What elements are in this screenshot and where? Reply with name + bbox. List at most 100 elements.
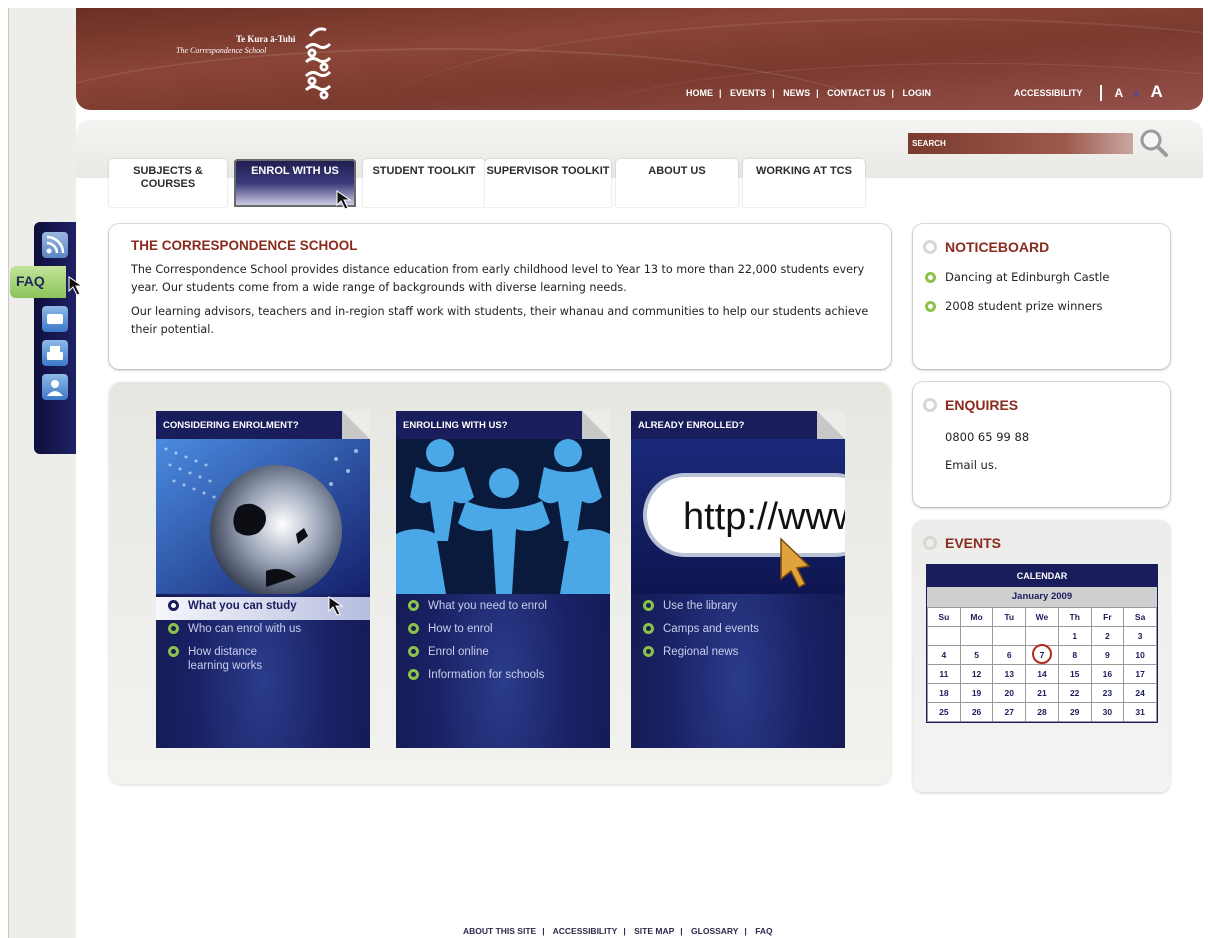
tab-about-us[interactable]: ABOUT US xyxy=(616,159,738,207)
calendar-day[interactable]: 8 xyxy=(1057,645,1092,665)
link-label: Who can enrol with us xyxy=(188,623,302,635)
card-title: ALREADY ENROLLED? xyxy=(631,411,845,439)
intro-paragraph-1: The Correspondence School provides dista… xyxy=(131,263,865,294)
tab-label: ABOUT US xyxy=(648,165,706,177)
calendar-month[interactable]: January 2009 xyxy=(927,587,1157,607)
calendar-day[interactable]: 17 xyxy=(1123,664,1157,684)
calendar-day[interactable]: 19 xyxy=(959,683,994,703)
calendar-day[interactable]: 3 xyxy=(1123,626,1157,646)
tab-supervisor-toolkit[interactable]: SUPERVISOR TOOLKIT xyxy=(485,159,611,207)
font-size-medium[interactable]: A xyxy=(1114,86,1123,100)
noticeboard-panel: NOTICEBOARD Dancing at Edinburgh Castle … xyxy=(913,224,1170,369)
tab-working-at-tcs[interactable]: WORKING AT TCS xyxy=(743,159,865,207)
search-icon[interactable] xyxy=(1136,126,1172,162)
today-circle-icon xyxy=(1032,644,1053,664)
footer-site-map[interactable]: SITE MAP xyxy=(634,926,674,936)
calendar-day[interactable]: 28 xyxy=(1025,702,1059,722)
footer-about-this-site[interactable]: ABOUT THIS SITE xyxy=(463,926,536,936)
link-camps-and-events[interactable]: Camps and events xyxy=(631,620,845,643)
calendar-title: CALENDAR xyxy=(927,565,1157,587)
accessibility-link[interactable]: ACCESSIBILITY xyxy=(1014,88,1083,98)
calendar-day[interactable]: 20 xyxy=(992,683,1027,703)
nav-home[interactable]: HOME xyxy=(686,88,713,98)
calendar-dow: Tu xyxy=(992,607,1027,627)
calendar: CALENDAR January 2009 Su Mo Tu We Th Fr … xyxy=(926,564,1158,723)
intro-paragraph-2: Our learning advisors, teachers and in-r… xyxy=(131,305,869,336)
calendar-day[interactable]: 25 xyxy=(927,702,961,722)
mouse-cursor-icon xyxy=(336,190,352,210)
calendar-day[interactable]: 11 xyxy=(927,664,961,684)
calendar-day[interactable]: 6 xyxy=(992,645,1027,665)
footer-accessibility[interactable]: ACCESSIBILITY xyxy=(553,926,618,936)
calendar-day[interactable]: 24 xyxy=(1123,683,1157,703)
link-who-can-enrol[interactable]: Who can enrol with us xyxy=(156,620,370,643)
calendar-day[interactable]: 27 xyxy=(992,702,1027,722)
footer-glossary[interactable]: GLOSSARY xyxy=(691,926,738,936)
print-icon[interactable] xyxy=(42,340,68,366)
intro-title: THE CORRESPONDENCE SCHOOL xyxy=(131,238,358,253)
card-already-enrolled: ALREADY ENROLLED? http://www. Use the li… xyxy=(631,411,845,748)
calendar-day-today[interactable]: 7 xyxy=(1025,644,1059,665)
link-information-for-schools[interactable]: Information for schools xyxy=(396,666,610,689)
top-navigation: HOME | EVENTS | NEWS | CONTACT US | LOGIN xyxy=(686,88,932,98)
calendar-day[interactable]: 23 xyxy=(1090,683,1125,703)
link-label: How distance learning works xyxy=(188,646,263,672)
calendar-day[interactable]: 9 xyxy=(1090,645,1125,665)
font-size-large[interactable]: A xyxy=(1151,82,1163,101)
calendar-day[interactable]: 26 xyxy=(959,702,994,722)
tab-student-toolkit[interactable]: STUDENT TOOLKIT xyxy=(363,159,485,207)
arrow-bullet-icon xyxy=(408,623,419,634)
calendar-day xyxy=(959,626,994,646)
calendar-day[interactable]: 4 xyxy=(927,645,961,665)
circle-icon xyxy=(923,536,937,550)
link-regional-news[interactable]: Regional news xyxy=(631,643,845,666)
card-links: What you need to enrol How to enrol Enro… xyxy=(396,597,610,689)
calendar-day[interactable]: 1 xyxy=(1057,626,1092,646)
link-use-the-library[interactable]: Use the library xyxy=(631,597,845,620)
user-profile-icon[interactable] xyxy=(42,374,68,400)
school-logo[interactable]: Te Kura ā-Tuhi The Correspondence School xyxy=(176,22,336,102)
calendar-day[interactable]: 21 xyxy=(1025,683,1059,703)
link-how-distance-learning-works[interactable]: How distance learning works xyxy=(156,643,370,681)
search-input[interactable]: SEARCH xyxy=(908,133,1133,154)
calendar-day[interactable]: 31 xyxy=(1123,702,1157,722)
link-how-to-enrol[interactable]: How to enrol xyxy=(396,620,610,643)
rss-icon[interactable] xyxy=(42,232,68,258)
calendar-day[interactable]: 14 xyxy=(1025,664,1059,684)
arrow-bullet-icon xyxy=(925,272,936,283)
font-size-small[interactable]: A xyxy=(1134,89,1141,99)
font-size-controls: A A A xyxy=(1100,82,1163,102)
arrow-bullet-icon xyxy=(168,600,179,611)
faq-tab[interactable]: FAQ xyxy=(10,266,66,298)
arrow-bullet-icon xyxy=(643,600,654,611)
nav-contact[interactable]: CONTACT US xyxy=(827,88,885,98)
enquires-email-link[interactable]: Email us. xyxy=(945,458,998,472)
link-what-you-need-to-enrol[interactable]: What you need to enrol xyxy=(396,597,610,620)
calendar-day[interactable]: 2 xyxy=(1090,626,1125,646)
calendar-day[interactable]: 10 xyxy=(1123,645,1157,665)
nav-events[interactable]: EVENTS xyxy=(730,88,766,98)
arrow-bullet-icon xyxy=(408,669,419,680)
calendar-dow: Sa xyxy=(1123,607,1157,627)
link-label: How to enrol xyxy=(428,623,493,635)
nav-login[interactable]: LOGIN xyxy=(903,88,932,98)
nav-news[interactable]: NEWS xyxy=(783,88,810,98)
notice-item-prize-winners[interactable]: 2008 student prize winners xyxy=(945,299,1103,313)
calendar-day[interactable]: 13 xyxy=(992,664,1027,684)
footer-faq[interactable]: FAQ xyxy=(755,926,772,936)
contact-card-icon[interactable] xyxy=(42,306,68,332)
notice-item-edinburgh[interactable]: Dancing at Edinburgh Castle xyxy=(945,270,1109,284)
calendar-day[interactable]: 12 xyxy=(959,664,994,684)
tab-label: ENROL WITH US xyxy=(251,165,339,177)
tab-subjects-courses[interactable]: SUBJECTS & COURSES xyxy=(109,159,227,207)
calendar-day[interactable]: 22 xyxy=(1057,683,1092,703)
arrow-bullet-icon xyxy=(168,623,179,634)
calendar-day[interactable]: 18 xyxy=(927,683,961,703)
link-enrol-online[interactable]: Enrol online xyxy=(396,643,610,666)
calendar-day[interactable]: 5 xyxy=(959,645,994,665)
calendar-day[interactable]: 29 xyxy=(1057,702,1092,722)
calendar-day[interactable]: 15 xyxy=(1057,664,1092,684)
globe-image xyxy=(156,439,370,594)
calendar-day[interactable]: 30 xyxy=(1090,702,1125,722)
calendar-day[interactable]: 16 xyxy=(1090,664,1125,684)
